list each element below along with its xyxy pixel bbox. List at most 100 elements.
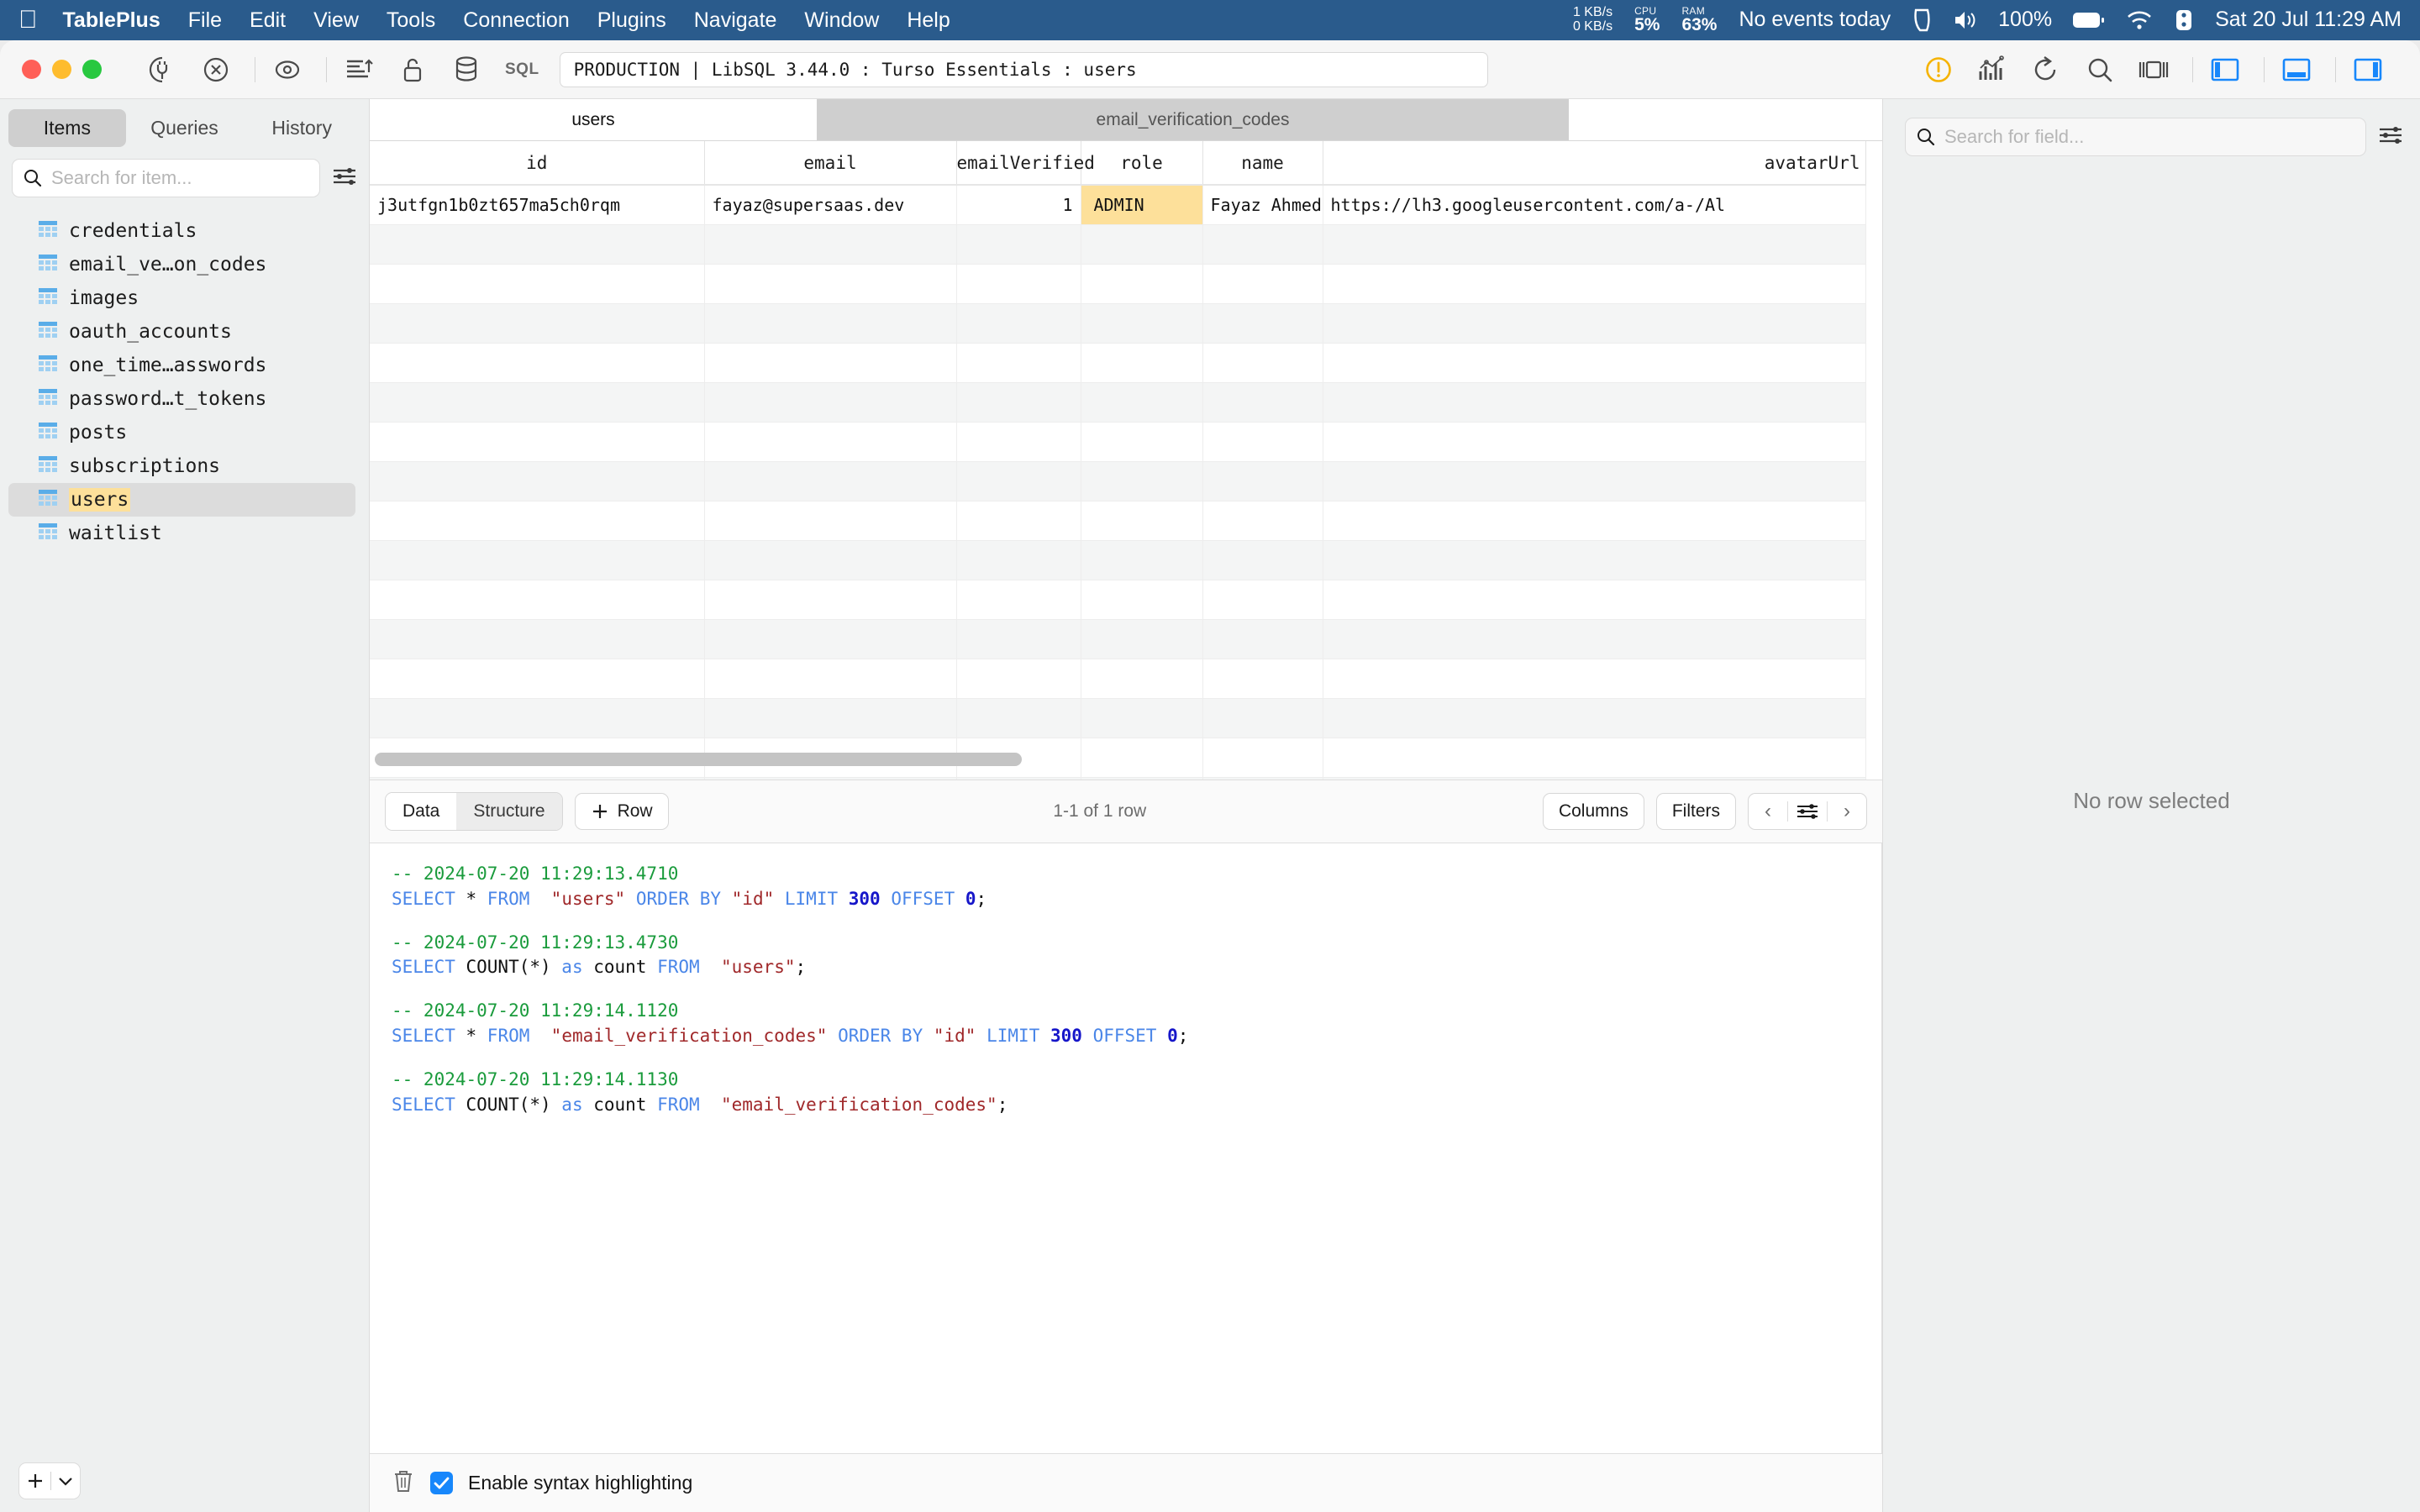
menu-item-connection[interactable]: Connection — [463, 8, 569, 33]
cell-empty[interactable] — [1202, 501, 1323, 541]
menu-item-window[interactable]: Window — [804, 8, 879, 33]
sidebar-item-waitlist[interactable]: waitlist — [0, 517, 369, 550]
data-tab-users[interactable]: users — [370, 99, 818, 140]
field-search-input[interactable]: Search for field... — [1905, 118, 2366, 156]
menubar-clock[interactable]: Sat 20 Jul 11:29 AM — [2215, 8, 2402, 32]
sql-log-statement[interactable]: SELECT * FROM "users" ORDER BY "id" LIMI… — [392, 887, 1860, 912]
menu-item-navigate[interactable]: Navigate — [694, 8, 777, 33]
ram-indicator[interactable]: RAM 63% — [1681, 6, 1717, 35]
menu-item-tools[interactable]: Tools — [387, 8, 435, 33]
data-grid[interactable]: id email emailVerified role name avatarU… — [370, 141, 1882, 780]
cell-emailverified[interactable]: 1 — [956, 185, 1081, 225]
table-row-empty[interactable] — [370, 303, 1866, 344]
cell-empty[interactable] — [704, 422, 957, 462]
cell-empty[interactable] — [370, 659, 705, 699]
cell-empty[interactable] — [1081, 224, 1203, 265]
cell-empty[interactable] — [956, 777, 1081, 780]
sql-log-statement[interactable]: SELECT * FROM "email_verification_codes"… — [392, 1024, 1860, 1049]
maximize-window-button[interactable] — [82, 60, 102, 79]
cell-empty[interactable] — [704, 580, 957, 620]
cell-empty[interactable] — [1202, 619, 1323, 659]
cell-id[interactable]: j3utfgn1b0zt657ma5ch0rqm — [370, 185, 705, 225]
sidebar-item-email-verification-codes[interactable]: email_ve…on_codes — [0, 248, 369, 281]
network-speed-indicator[interactable]: 1 KB/s 0 KB/s — [1573, 5, 1612, 34]
tab-items[interactable]: Items — [8, 109, 126, 147]
table-row-empty[interactable] — [370, 698, 1866, 738]
table-row-empty[interactable] — [370, 224, 1866, 265]
chevron-right-icon[interactable]: › — [1828, 793, 1866, 830]
cell-empty[interactable] — [704, 619, 957, 659]
cell-empty[interactable] — [1202, 264, 1323, 304]
horizontal-scrollbar[interactable] — [370, 753, 1882, 773]
tab-structure[interactable]: Structure — [456, 793, 562, 830]
search-icon[interactable] — [2076, 51, 2123, 88]
cell-email[interactable]: fayaz@supersaas.dev — [704, 185, 957, 225]
cell-empty[interactable] — [1323, 303, 1866, 344]
cell-empty[interactable] — [956, 659, 1081, 699]
cpu-indicator[interactable]: CPU 5% — [1634, 6, 1660, 35]
scrollbar-thumb[interactable] — [375, 753, 1022, 766]
apple-icon[interactable]:  — [18, 8, 38, 33]
control-center-icon[interactable] — [2173, 8, 2195, 32]
toggle-right-panel-icon[interactable] — [2344, 51, 2391, 88]
column-header-name[interactable]: name — [1202, 141, 1323, 186]
cell-empty[interactable] — [704, 698, 957, 738]
eye-icon[interactable] — [264, 51, 311, 88]
table-row-empty[interactable] — [370, 540, 1866, 580]
chevron-left-icon[interactable]: ‹ — [1749, 793, 1787, 830]
cell-empty[interactable] — [1202, 580, 1323, 620]
menu-item-tableplus[interactable]: TablePlus — [63, 8, 160, 33]
cell-empty[interactable] — [370, 698, 705, 738]
wifi-icon[interactable] — [2126, 10, 2153, 30]
sql-badge[interactable]: SQL — [505, 60, 539, 79]
cell-empty[interactable] — [1323, 777, 1866, 780]
cell-empty[interactable] — [704, 461, 957, 501]
trash-icon[interactable] — [392, 1468, 415, 1498]
cell-empty[interactable] — [704, 501, 957, 541]
cell-empty[interactable] — [1081, 777, 1203, 780]
close-window-button[interactable] — [22, 60, 41, 79]
cell-empty[interactable] — [1323, 540, 1866, 580]
cell-empty[interactable] — [704, 540, 957, 580]
sidebar-item-oauth-accounts[interactable]: oauth_accounts — [0, 315, 369, 349]
cell-empty[interactable] — [704, 659, 957, 699]
cell-empty[interactable] — [1323, 619, 1866, 659]
sliders-icon[interactable] — [332, 165, 357, 192]
cell-empty[interactable] — [1323, 698, 1866, 738]
data-tab-email-verification-codes[interactable]: email_verification_codes — [818, 99, 1569, 140]
cell-empty[interactable] — [1081, 501, 1203, 541]
cell-empty[interactable] — [370, 461, 705, 501]
cell-empty[interactable] — [1081, 343, 1203, 383]
cell-empty[interactable] — [1081, 422, 1203, 462]
cell-empty[interactable] — [956, 540, 1081, 580]
add-row-button[interactable]: Row — [574, 793, 669, 830]
cell-empty[interactable] — [704, 264, 957, 304]
cell-empty[interactable] — [1202, 303, 1323, 344]
calendar-events-text[interactable]: No events today — [1739, 8, 1891, 32]
battery-percent[interactable]: 100% — [1998, 8, 2052, 32]
cell-empty[interactable] — [370, 540, 705, 580]
cell-empty[interactable] — [1202, 777, 1323, 780]
cell-empty[interactable] — [956, 264, 1081, 304]
cell-empty[interactable] — [1081, 382, 1203, 423]
menu-item-view[interactable]: View — [313, 8, 359, 33]
table-row-empty[interactable] — [370, 422, 1866, 462]
battery-icon[interactable] — [2072, 11, 2106, 29]
cell-empty[interactable] — [704, 382, 957, 423]
cell-empty[interactable] — [370, 224, 705, 265]
table-row-empty[interactable] — [370, 501, 1866, 541]
cell-empty[interactable] — [370, 580, 705, 620]
menu-item-help[interactable]: Help — [907, 8, 950, 33]
cell-empty[interactable] — [370, 343, 705, 383]
cell-empty[interactable] — [956, 303, 1081, 344]
sliders-icon[interactable] — [2378, 124, 2403, 150]
cell-empty[interactable] — [704, 343, 957, 383]
cell-empty[interactable] — [370, 619, 705, 659]
cell-empty[interactable] — [956, 580, 1081, 620]
columns-button[interactable]: Columns — [1542, 793, 1644, 830]
cell-empty[interactable] — [370, 382, 705, 423]
cell-empty[interactable] — [1202, 540, 1323, 580]
sidebar-item-credentials[interactable]: credentials — [0, 214, 369, 248]
connection-info-field[interactable]: PRODUCTION | LibSQL 3.44.0 : Turso Essen… — [559, 51, 1488, 87]
refresh-icon[interactable] — [2023, 51, 2070, 88]
